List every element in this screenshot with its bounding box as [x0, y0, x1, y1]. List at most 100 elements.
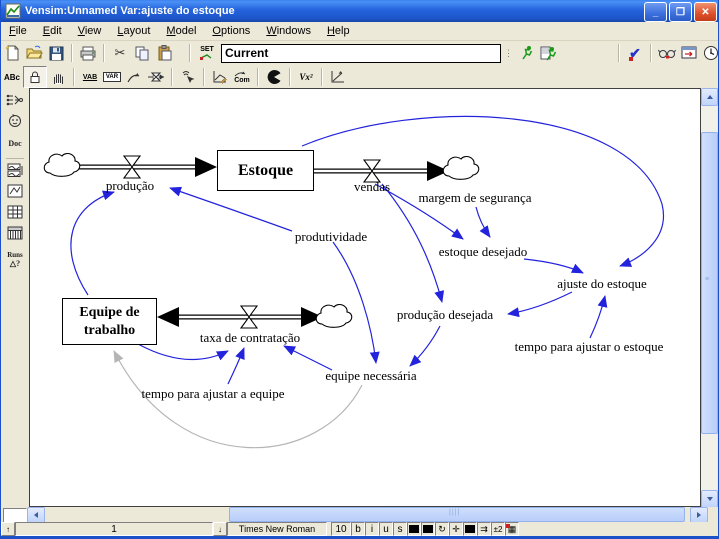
- paste-button[interactable]: [153, 43, 175, 63]
- causes-strip-button[interactable]: [3, 162, 27, 181]
- polarity-button[interactable]: ▦: [505, 522, 519, 536]
- output-windows-button[interactable]: [678, 43, 700, 63]
- menu-layout[interactable]: Layout: [109, 23, 158, 39]
- view-page-field[interactable]: 1: [15, 522, 213, 536]
- minimize-button[interactable]: _: [644, 2, 667, 22]
- position-button[interactable]: ✛: [449, 522, 463, 536]
- horizontal-scrollbar[interactable]: ||||: [1, 507, 719, 522]
- sketch-canvas[interactable]: Estoque Equipe de trabalho produção vend…: [29, 88, 701, 507]
- font-name-field[interactable]: Times New Roman: [227, 522, 327, 536]
- text-color-button[interactable]: [407, 522, 421, 536]
- var-ajuste-estoque[interactable]: ajuste do estoque: [557, 276, 647, 292]
- menu-view[interactable]: View: [70, 23, 110, 39]
- title-bar: Vensim:Unnamed Var:ajuste do estoque _ ❐…: [1, 0, 719, 22]
- menu-options[interactable]: Options: [204, 23, 258, 39]
- hand-icon: [51, 70, 65, 84]
- save-button[interactable]: [45, 43, 67, 63]
- dataset-combo[interactable]: Current: [221, 44, 501, 63]
- arrow-tool[interactable]: [123, 67, 145, 87]
- menu-windows[interactable]: Windows: [258, 23, 319, 39]
- var-margem[interactable]: margem de segurança: [418, 190, 531, 206]
- lock-tool[interactable]: [23, 66, 47, 88]
- shape-button[interactable]: ↻: [435, 522, 449, 536]
- strike-button[interactable]: s: [393, 522, 407, 536]
- runs-compare-button[interactable]: Runs △?: [3, 246, 27, 272]
- menu-model[interactable]: Model: [158, 23, 204, 39]
- toolbar-separator: [71, 44, 73, 62]
- level-down-button[interactable]: ↓: [213, 522, 227, 536]
- box-color-button[interactable]: [421, 522, 435, 536]
- causes-tree-button[interactable]: [3, 92, 27, 111]
- var-vendas[interactable]: vendas: [354, 179, 390, 195]
- document-button[interactable]: Doc: [3, 134, 27, 153]
- new-button[interactable]: [1, 43, 23, 63]
- model-settings-button[interactable]: [656, 43, 678, 63]
- shadow-variable-tool[interactable]: [177, 67, 199, 87]
- rate-tool[interactable]: [145, 67, 167, 87]
- print-button[interactable]: [77, 43, 99, 63]
- var-estoque-desejado[interactable]: estoque desejado: [439, 244, 527, 260]
- italic-button[interactable]: i: [365, 522, 379, 536]
- comment-tool[interactable]: Com: [231, 67, 253, 87]
- level-up-button[interactable]: ↑: [1, 522, 15, 536]
- time-axis-button[interactable]: [700, 43, 719, 63]
- var-producao[interactable]: produção: [106, 178, 154, 194]
- run-simulation-button[interactable]: [516, 43, 538, 63]
- up-arrow-icon: ↑: [6, 525, 10, 534]
- variable-tool[interactable]: VAB: [79, 67, 101, 87]
- thickness-button[interactable]: ±2: [491, 522, 505, 536]
- var-produtividade[interactable]: produtividade: [295, 229, 367, 245]
- stock-estoque[interactable]: Estoque: [217, 150, 314, 191]
- sink-cloud-vendas: [443, 157, 479, 180]
- scroll-down-button[interactable]: [701, 490, 718, 508]
- font-size-field[interactable]: 10: [331, 522, 351, 536]
- box-variable-tool[interactable]: VAR: [101, 67, 123, 87]
- table-time-button[interactable]: [3, 225, 27, 244]
- check-model-button[interactable]: ✔: [624, 43, 646, 63]
- window-title: Vensim:Unnamed Var:ajuste do estoque: [25, 5, 235, 17]
- close-button[interactable]: ✕: [694, 2, 717, 22]
- restore-button[interactable]: ❐: [669, 2, 692, 22]
- stock-equipe[interactable]: Equipe de trabalho: [62, 298, 157, 345]
- menu-edit[interactable]: Edit: [35, 23, 70, 39]
- var-taxa-contratacao[interactable]: taxa de contratação: [200, 330, 300, 346]
- link-tempo-equipe-to-taxa: [228, 348, 244, 384]
- graph-button[interactable]: [3, 183, 27, 202]
- var-tempo-equipe[interactable]: tempo para ajustar a equipe: [142, 386, 285, 402]
- link-equipe-necessaria-to-taxa: [284, 346, 332, 370]
- equation-tool[interactable]: Vx²: [295, 67, 317, 87]
- copy-button[interactable]: [131, 43, 153, 63]
- input-output-tool[interactable]: [209, 67, 231, 87]
- new-icon: [4, 45, 20, 61]
- var-tempo-estoque[interactable]: tempo para ajustar o estoque: [515, 339, 664, 355]
- menu-help[interactable]: Help: [319, 23, 358, 39]
- open-button[interactable]: [23, 43, 45, 63]
- menu-file[interactable]: File: [1, 23, 35, 39]
- scroll-up-button[interactable]: [701, 88, 718, 106]
- delete-tool[interactable]: [263, 67, 285, 87]
- arrow-style-button[interactable]: ⇉: [477, 522, 491, 536]
- set-dataset-button[interactable]: SET: [195, 43, 219, 63]
- scroll-right-button[interactable]: [690, 507, 708, 523]
- table-button[interactable]: [3, 204, 27, 223]
- runner-doc-icon: [540, 45, 558, 61]
- reference-mode-tool[interactable]: [327, 67, 349, 87]
- underline-button[interactable]: u: [379, 522, 393, 536]
- vertical-scrollbar[interactable]: ≡: [701, 88, 717, 507]
- link-producao-desejada-to-equipe-necessaria: [410, 326, 440, 366]
- run-game-button[interactable]: [538, 43, 560, 63]
- merge-tool[interactable]: ABc: [1, 67, 23, 87]
- cut-button[interactable]: ✂: [109, 43, 131, 63]
- var-equipe-necessaria[interactable]: equipe necessária: [325, 368, 416, 384]
- fill-color-button[interactable]: [463, 522, 477, 536]
- open-icon: [26, 45, 43, 61]
- left-arrow-icon: [34, 512, 38, 518]
- status-bar: ↑ 1 ↓ Times New Roman 10 b i u s ↻ ✛ ⇉ ±…: [1, 522, 719, 536]
- loops-button[interactable]: [3, 113, 27, 132]
- move-tool[interactable]: [47, 67, 69, 87]
- toolbar-separator: [73, 68, 75, 86]
- scroll-left-button[interactable]: [27, 507, 45, 523]
- vertical-scroll-thumb[interactable]: [701, 132, 718, 434]
- bold-button[interactable]: b: [351, 522, 365, 536]
- var-producao-desejada[interactable]: produção desejada: [397, 307, 493, 323]
